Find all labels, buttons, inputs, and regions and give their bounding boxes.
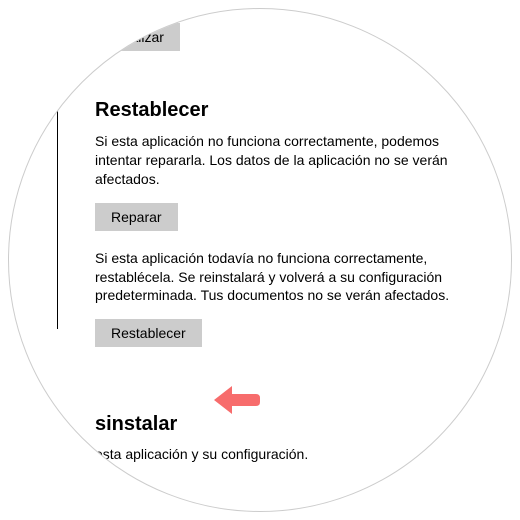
- repair-description: Si esta aplicación no funciona correctam…: [95, 132, 489, 189]
- finalize-button[interactable]: Finalizar: [95, 23, 180, 51]
- repair-button[interactable]: Reparar: [95, 203, 178, 231]
- settings-panel: nte esta aplica . Finalizar Restablecer …: [59, 8, 499, 462]
- uninstall-section-title-fragment: sinstalar: [59, 413, 499, 436]
- section-divider-line: [57, 109, 58, 329]
- uninstall-description-fragment: esta aplicación y su configuración.: [59, 446, 499, 462]
- reset-button[interactable]: Restablecer: [95, 319, 202, 347]
- reset-section-title: Restablecer: [95, 99, 489, 122]
- reset-section: Restablecer Si esta aplicación no funcio…: [59, 99, 499, 365]
- truncated-top-text: nte esta aplica .: [59, 8, 499, 15]
- circular-viewport: nte esta aplica . Finalizar Restablecer …: [8, 8, 512, 512]
- reset-description: Si esta aplicación todavía no funciona c…: [95, 249, 489, 306]
